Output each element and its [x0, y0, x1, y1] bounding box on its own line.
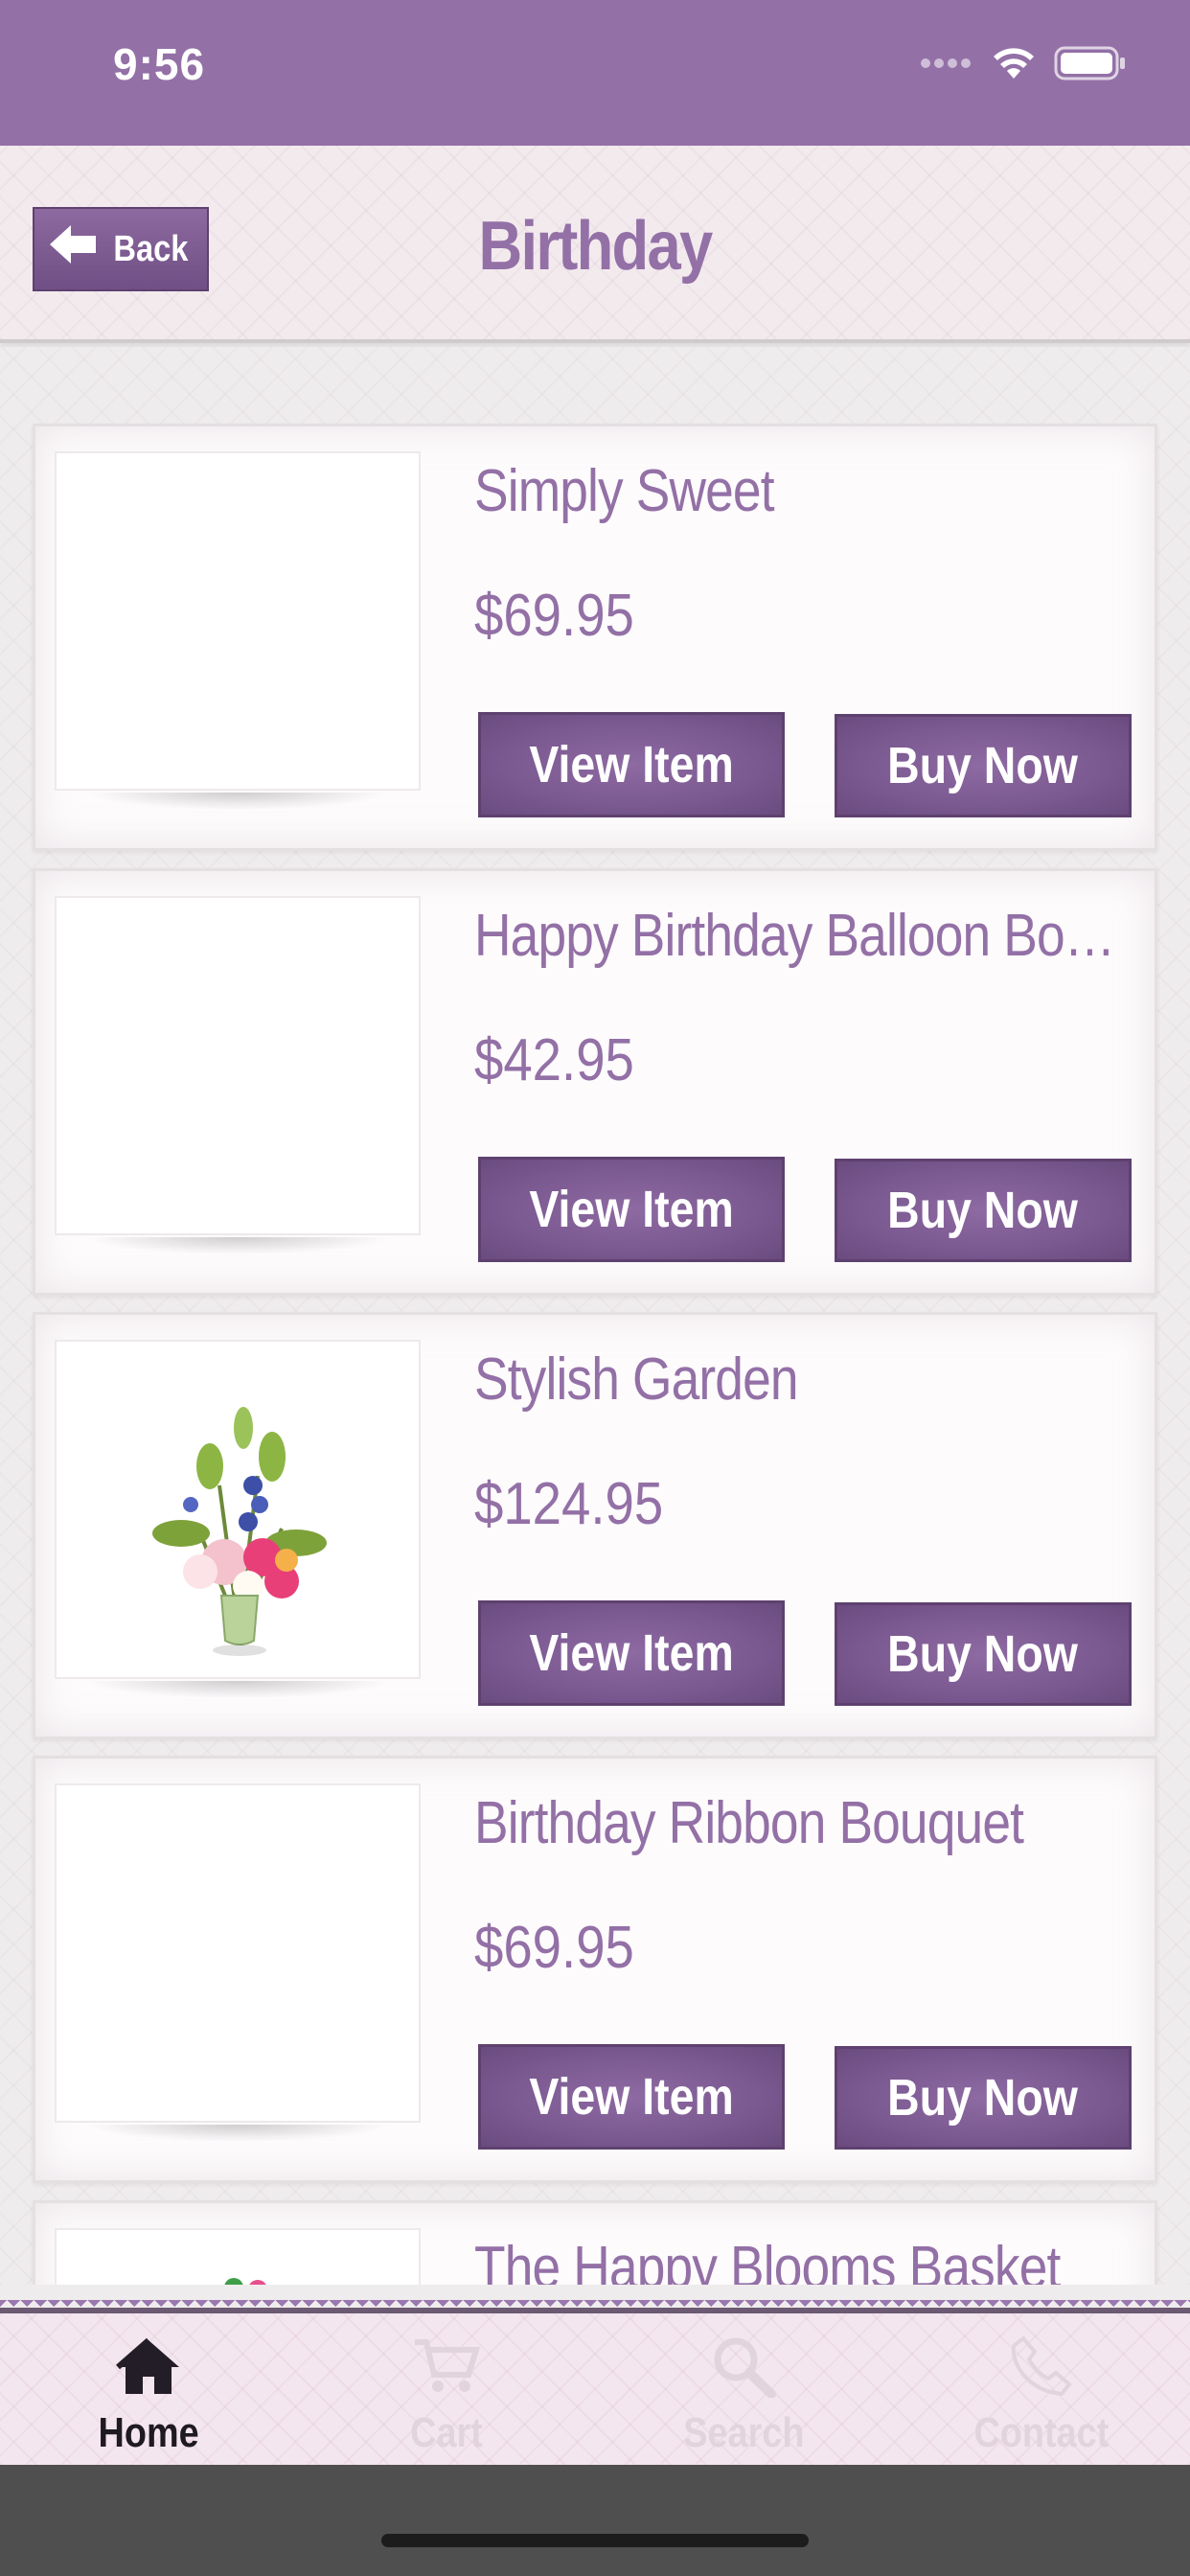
- buy-now-button[interactable]: Buy Now: [835, 2046, 1132, 2150]
- product-image[interactable]: [55, 1783, 421, 2142]
- buy-now-label: Buy Now: [887, 1182, 1079, 1239]
- view-item-label: View Item: [529, 1624, 734, 1682]
- product-name: The Happy Blooms Basket: [474, 2235, 1061, 2285]
- buy-now-button[interactable]: Buy Now: [835, 714, 1132, 817]
- page-title: Birthday: [478, 208, 714, 285]
- product-card: The Happy Blooms Basket: [33, 2200, 1157, 2285]
- product-price: $42.95: [474, 1027, 634, 1093]
- product-name: Simply Sweet: [474, 458, 775, 524]
- home-indicator[interactable]: [381, 2534, 809, 2547]
- view-item-button[interactable]: View Item: [478, 2044, 785, 2150]
- nav-header: Back Birthday: [0, 146, 1190, 343]
- product-card: Simply Sweet $69.95 View Item Buy Now: [33, 424, 1157, 851]
- tab-contact[interactable]: Contact: [893, 2313, 1190, 2465]
- tab-home-label: Home: [98, 2409, 199, 2456]
- product-name: Stylish Garden: [474, 1346, 799, 1413]
- product-name: Happy Birthday Balloon Bo…: [474, 903, 1115, 969]
- product-price: $69.95: [474, 583, 634, 649]
- buy-now-label: Buy Now: [887, 1625, 1079, 1683]
- tab-search-label: Search: [683, 2409, 805, 2456]
- product-image[interactable]: [55, 896, 421, 1254]
- product-card: Stylish Garden $124.95 View Item Buy Now: [33, 1312, 1157, 1739]
- product-list[interactable]: Simply Sweet $69.95 View Item Buy Now Ha…: [0, 347, 1190, 2285]
- tab-home[interactable]: Home: [0, 2313, 298, 2465]
- product-card: Birthday Ribbon Bouquet $69.95 View Item…: [33, 1756, 1157, 2183]
- buy-now-button[interactable]: Buy Now: [835, 1159, 1132, 1262]
- product-image[interactable]: [55, 2228, 421, 2285]
- cellular-signal-icon: [920, 57, 973, 75]
- product-price: $69.95: [474, 1915, 634, 1981]
- buy-now-label: Buy Now: [887, 2069, 1079, 2127]
- view-item-label: View Item: [529, 736, 734, 794]
- buy-now-label: Buy Now: [887, 737, 1079, 794]
- flower-bouquet-image: [152, 1407, 327, 1656]
- product-image[interactable]: [55, 1340, 421, 1698]
- view-item-label: View Item: [529, 2068, 734, 2126]
- tab-bar: Home Cart Search Contact: [0, 2313, 1190, 2465]
- tab-search[interactable]: Search: [595, 2313, 893, 2465]
- search-icon: [708, 2333, 779, 2400]
- battery-icon: [1054, 46, 1127, 85]
- product-image[interactable]: [55, 451, 421, 810]
- status-icons: [920, 46, 1127, 84]
- product-card: Happy Birthday Balloon Bo… $42.95 View I…: [33, 868, 1157, 1296]
- tab-cart[interactable]: Cart: [298, 2313, 596, 2465]
- flower-basket-image: [224, 2278, 266, 2285]
- buy-now-button[interactable]: Buy Now: [835, 1602, 1132, 1706]
- tab-contact-label: Contact: [973, 2409, 1110, 2456]
- view-item-button[interactable]: View Item: [478, 712, 785, 817]
- home-indicator-area: [0, 2465, 1190, 2576]
- home-icon: [113, 2333, 184, 2400]
- product-name: Birthday Ribbon Bouquet: [474, 1790, 1024, 1856]
- view-item-label: View Item: [529, 1181, 734, 1238]
- product-price: $124.95: [474, 1471, 664, 1537]
- view-item-button[interactable]: View Item: [478, 1600, 785, 1706]
- view-item-button[interactable]: View Item: [478, 1157, 785, 1262]
- phone-icon: [1006, 2333, 1077, 2400]
- status-time: 9:56: [113, 39, 206, 89]
- tab-cart-label: Cart: [409, 2409, 483, 2456]
- status-bar: 9:56: [0, 0, 1190, 146]
- cart-icon: [411, 2333, 482, 2400]
- wifi-icon: [991, 46, 1037, 85]
